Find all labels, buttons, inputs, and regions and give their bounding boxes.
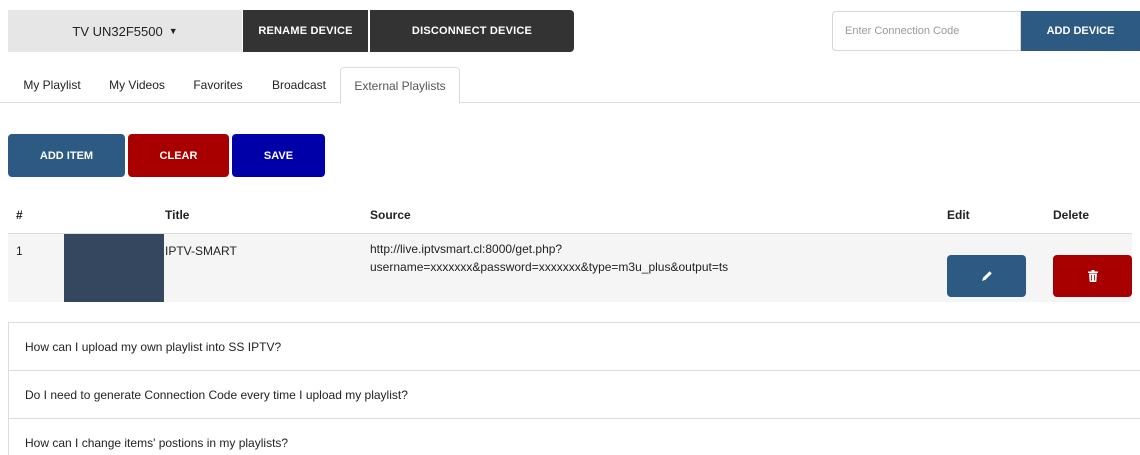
tab-bar: My Playlist My Videos Favorites Broadcas… bbox=[0, 67, 1140, 104]
tab-external-playlists[interactable]: External Playlists bbox=[340, 67, 460, 104]
tab-my-videos[interactable]: My Videos bbox=[96, 67, 178, 103]
row-title: IPTV-SMART bbox=[165, 244, 237, 258]
connection-code-input[interactable] bbox=[832, 11, 1021, 51]
pencil-icon bbox=[981, 271, 992, 281]
caret-down-icon: ▼ bbox=[168, 26, 178, 36]
tab-favorites[interactable]: Favorites bbox=[178, 67, 258, 103]
table-row: 1 IPTV-SMART http://live.iptvsmart.cl:80… bbox=[8, 234, 1132, 302]
row-number: 1 bbox=[16, 244, 23, 258]
faq-item-upload-playlist[interactable]: How can I upload my own playlist into SS… bbox=[9, 323, 1140, 371]
row-source: http://live.iptvsmart.cl:8000/get.php? u… bbox=[370, 240, 728, 276]
delete-button[interactable] bbox=[1053, 255, 1132, 297]
clear-button[interactable]: CLEAR bbox=[128, 134, 229, 177]
rename-device-button[interactable]: RENAME DEVICE bbox=[243, 10, 368, 52]
column-header-number: # bbox=[16, 208, 23, 222]
save-button[interactable]: SAVE bbox=[232, 134, 325, 177]
column-header-title: Title bbox=[165, 208, 190, 222]
playlist-thumbnail bbox=[64, 234, 164, 302]
device-name: TV UN32F5500 bbox=[72, 23, 163, 39]
column-header-source: Source bbox=[370, 208, 411, 222]
faq-item-change-positions[interactable]: How can I change items' postions in my p… bbox=[9, 419, 1140, 455]
tab-my-playlist[interactable]: My Playlist bbox=[8, 67, 96, 103]
row-source-line-2: username=xxxxxxx&password=xxxxxxx&type=m… bbox=[370, 260, 729, 274]
add-device-button[interactable]: ADD DEVICE bbox=[1021, 11, 1140, 51]
faq-item-connection-code[interactable]: Do I need to generate Connection Code ev… bbox=[9, 371, 1140, 419]
faq-list: How can I upload my own playlist into SS… bbox=[8, 322, 1140, 455]
device-selector[interactable]: TV UN32F5500 ▼ bbox=[8, 10, 242, 52]
trash-icon bbox=[1087, 270, 1098, 282]
tab-broadcast[interactable]: Broadcast bbox=[258, 67, 340, 103]
column-header-edit: Edit bbox=[947, 208, 970, 222]
disconnect-device-button[interactable]: DISCONNECT DEVICE bbox=[370, 10, 574, 52]
row-source-line-1: http://live.iptvsmart.cl:8000/get.php? bbox=[370, 242, 563, 256]
column-header-delete: Delete bbox=[1053, 208, 1090, 222]
edit-button[interactable] bbox=[947, 255, 1026, 297]
add-item-button[interactable]: ADD ITEM bbox=[8, 134, 125, 177]
